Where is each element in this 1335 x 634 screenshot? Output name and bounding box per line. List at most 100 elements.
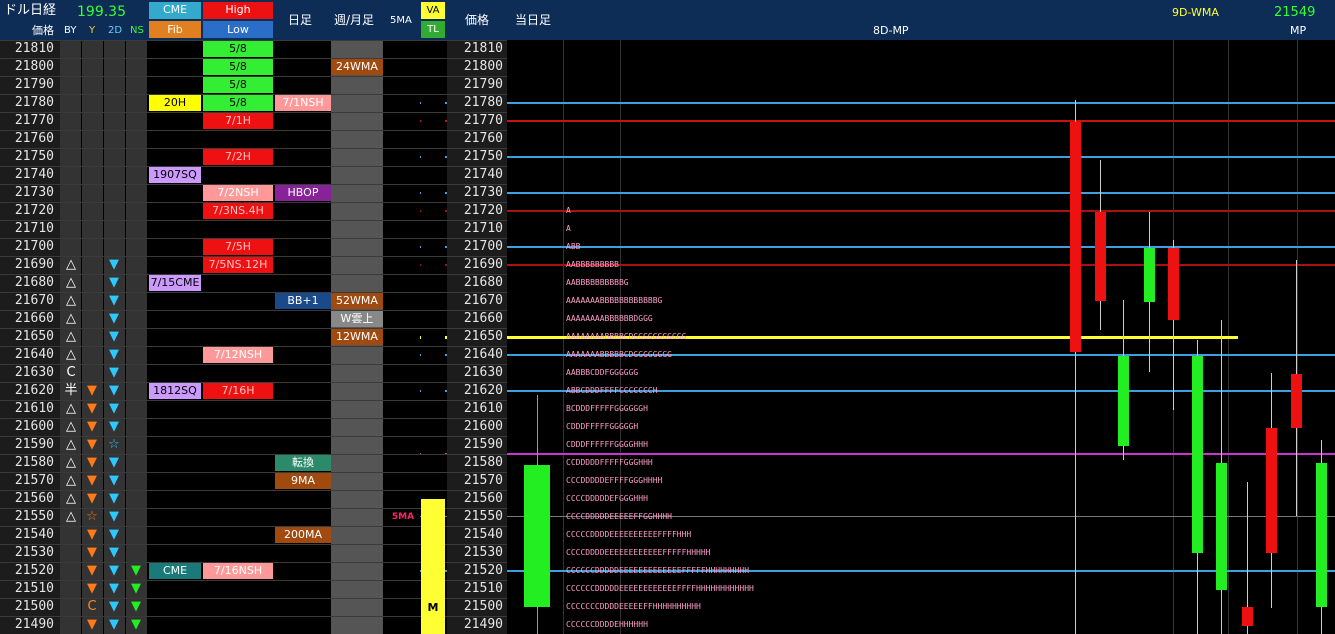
row-divider <box>0 580 447 581</box>
price-cell: 21500 <box>14 599 54 614</box>
tpo-row: CCCDDDDDEFFFFGGGHHHH <box>566 476 663 485</box>
price-cell: 21810 <box>14 41 54 56</box>
level-badge: 7/1NSH <box>275 95 331 111</box>
tpo-row: ABB <box>566 242 581 251</box>
tpo-row: AAAAAAAABBBBBBDGGG <box>566 314 653 323</box>
signal-by: △ <box>66 509 76 524</box>
level-badge: HBOP <box>275 185 331 201</box>
reference-line <box>385 210 1335 212</box>
signal-by: △ <box>66 491 76 506</box>
low-header-label: Low <box>227 23 249 36</box>
price-cell: 21660 <box>14 311 54 326</box>
price-cell: 21620 <box>14 383 54 398</box>
tpo-row: CCCCDDDDDEFGGGHHH <box>566 494 648 503</box>
tpo-row: AABBBBBBBBB <box>566 260 619 269</box>
signal-by: △ <box>66 437 76 452</box>
signal-y: ▼ <box>87 401 97 416</box>
price-cell: 21770 <box>14 113 54 128</box>
level-badge: 7/2NSH <box>203 185 273 201</box>
signal-by: 半 <box>64 383 78 398</box>
ma5-header: 5MA <box>390 15 412 26</box>
price-cell: 21640 <box>14 347 54 362</box>
signal-2d: ▼ <box>109 455 119 470</box>
reference-line <box>385 120 1335 122</box>
signal-y: ▼ <box>87 527 97 542</box>
price-cell-right: 21610 <box>463 401 503 416</box>
price-header-2: 価格 <box>465 13 490 27</box>
price-cell: 21550 <box>14 509 54 524</box>
reference-line <box>385 156 1335 158</box>
level-badge: 1907SQ <box>149 167 201 183</box>
level-badge: 20H <box>149 95 201 111</box>
tpo-row: CCCCDDDDDEEEEEFFGGHHHH <box>566 512 672 521</box>
daily-candle <box>1291 374 1302 428</box>
daily-candle <box>1316 463 1327 607</box>
tpo-row: CDDDFFFFFGGGGGH <box>566 422 639 431</box>
reference-line <box>385 264 1335 266</box>
price-cell: 21760 <box>14 131 54 146</box>
signal-y: ▼ <box>87 383 97 398</box>
price-cell: 21700 <box>14 239 54 254</box>
instrument-title: ドル日経 <box>4 3 57 18</box>
signal-2d: ▼ <box>109 365 119 380</box>
signal-by: △ <box>66 275 76 290</box>
fib-header-label: Fib <box>167 23 183 36</box>
reference-line <box>385 102 1335 104</box>
price-cell: 21790 <box>14 77 54 92</box>
col-by-header: BY <box>64 25 77 36</box>
level-badge: 200MA <box>275 527 331 543</box>
tpo-row: CCCCCCDDDDDEEEEEEEEEEEEEFFFFFHHHHHHHHH <box>566 566 750 575</box>
price-header: 価格 <box>32 24 54 37</box>
price-cell: 21570 <box>14 473 54 488</box>
price-cell-right: 21800 <box>463 59 503 74</box>
price-cell: 21600 <box>14 419 54 434</box>
signal-2d: ▼ <box>109 329 119 344</box>
price-cell-right: 21720 <box>463 203 503 218</box>
price-cell-right: 21550 <box>463 509 503 524</box>
price-cell: 21670 <box>14 293 54 308</box>
weekly-header: 週/月足 <box>334 13 375 27</box>
price-cell: 21780 <box>14 95 54 110</box>
price-cell-right: 21500 <box>463 599 503 614</box>
signal-ns: ▼ <box>131 581 141 596</box>
level-badge: 7/3NS.4H <box>203 203 273 219</box>
mp-title: 8D-MP <box>873 24 909 37</box>
signal-by: C <box>66 365 76 380</box>
signal-y: ▼ <box>87 419 97 434</box>
signal-y: ▼ <box>87 491 97 506</box>
tpo-row: AABBBBBBBBBBG <box>566 278 629 287</box>
level-badge: 5/8 <box>203 59 273 75</box>
price-cell-right: 21580 <box>463 455 503 470</box>
tpo-row: ABBCDDDFFFFCCCCCCCH <box>566 386 658 395</box>
signal-2d: ▼ <box>109 473 119 488</box>
today-candle <box>524 465 550 607</box>
daily-header: 日足 <box>288 13 313 27</box>
signal-2d: ▼ <box>109 491 119 506</box>
tpo-row: AABBBCDDFGGGGGG <box>566 368 639 377</box>
signal-by: △ <box>66 401 76 416</box>
price-cell-right: 21770 <box>463 113 503 128</box>
price-cell-right: 21510 <box>463 581 503 596</box>
price-cell: 21560 <box>14 491 54 506</box>
signal-by: △ <box>66 257 76 272</box>
price-cell-right: 21740 <box>463 167 503 182</box>
level-badge: CME <box>149 563 201 579</box>
price-cell: 21530 <box>14 545 54 560</box>
level-badge: 5/8 <box>203 41 273 57</box>
tpo-row: CCCCDDDDEEEEEEEEEEEEFFFFFHHHHH <box>566 548 711 557</box>
daily-candle <box>1192 356 1203 553</box>
tpo-row: BCDDDFFFFFGGGGGGH <box>566 404 648 413</box>
daily-candle <box>1266 428 1277 553</box>
level-badge: 5/8 <box>203 95 273 111</box>
price-cell: 21540 <box>14 527 54 542</box>
price-cell-right: 21750 <box>463 149 503 164</box>
price-cell-right: 21780 <box>463 95 503 110</box>
tpo-row: CCCCCCDDDDDEEEEEEEEEEEEFFFFHHHHHHHHHHHH <box>566 584 754 593</box>
price-cell: 21720 <box>14 203 54 218</box>
daily-candle <box>1216 463 1227 590</box>
signal-ns: ▼ <box>131 599 141 614</box>
price-cell: 21590 <box>14 437 54 452</box>
price-cell-right: 21540 <box>463 527 503 542</box>
level-badge: BB+1 <box>275 293 331 309</box>
signal-y: ▼ <box>87 617 97 632</box>
